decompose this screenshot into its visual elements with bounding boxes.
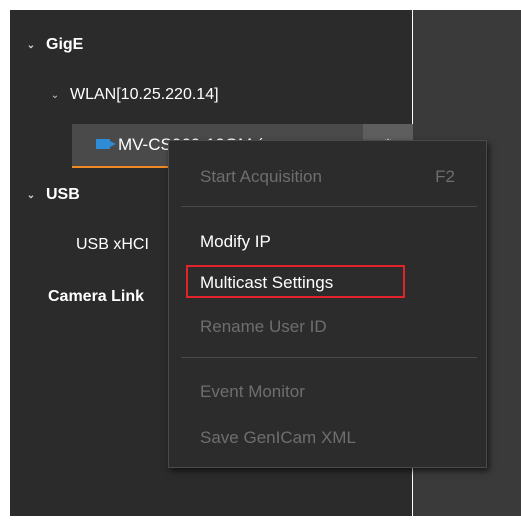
chevron-down-icon[interactable]: ⌄ [24, 190, 38, 201]
tree-node-usb-xhci[interactable]: USB xHCI [76, 236, 149, 254]
tree-node-label: USB xHCI [76, 236, 149, 253]
menu-item-start-acquisition: Start Acquisition F2 [169, 159, 486, 195]
camera-icon [96, 139, 116, 149]
chevron-down-icon[interactable]: ⌄ [48, 90, 62, 101]
menu-item-rename-user-id: Rename User ID [169, 309, 486, 345]
tree-node-label: WLAN[10.25.220.14] [70, 86, 219, 103]
menu-item-label: Rename User ID [200, 317, 327, 336]
tree-node-gige[interactable]: ⌄ GigE [24, 36, 84, 54]
tree-node-label: USB [46, 186, 80, 203]
tree-node-camera-link[interactable]: Camera Link [48, 288, 144, 306]
menu-item-label: Save GenICam XML [200, 428, 356, 447]
context-menu: Start Acquisition F2 Modify IP Multicast… [168, 140, 487, 468]
chevron-down-icon[interactable]: ⌄ [24, 40, 38, 51]
screen: ⌄ GigE ⌄ WLAN[10.25.220.14] MV-CS060-10G… [0, 0, 521, 526]
menu-item-label: Event Monitor [200, 382, 305, 401]
menu-item-label: Modify IP [200, 232, 271, 251]
highlight-box [186, 265, 405, 298]
menu-separator [181, 206, 477, 207]
tree-node-usb[interactable]: ⌄ USB [24, 186, 80, 204]
menu-item-label: Start Acquisition [200, 167, 322, 186]
tree-node-label: Camera Link [48, 288, 145, 305]
menu-item-modify-ip[interactable]: Modify IP [169, 224, 486, 260]
tree-node-wlan[interactable]: ⌄ WLAN[10.25.220.14] [48, 86, 219, 104]
menu-item-event-monitor: Event Monitor [169, 374, 486, 410]
menu-item-save-genicam-xml: Save GenICam XML [169, 420, 486, 456]
menu-separator [181, 357, 477, 358]
menu-item-shortcut: F2 [435, 167, 455, 186]
tree-node-label: GigE [46, 36, 84, 53]
